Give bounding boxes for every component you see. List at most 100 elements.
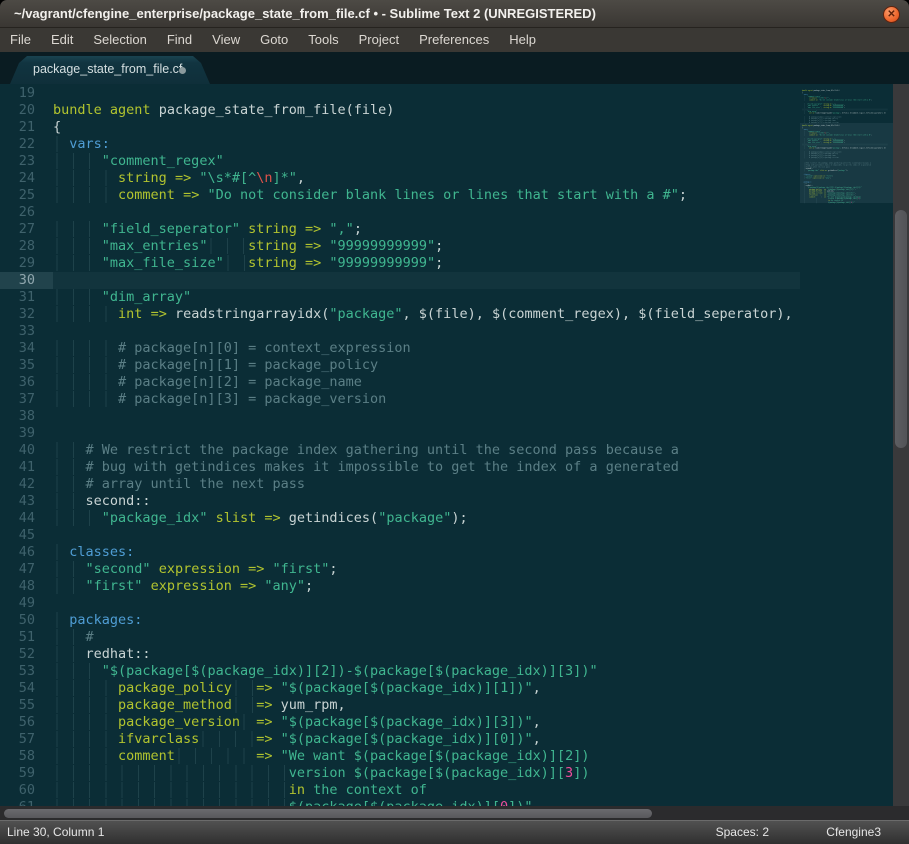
sublime-text-window: ~/vagrant/cfengine_enterprise/package_st… xyxy=(0,0,909,844)
minimap[interactable]: bundle agent package_state_from_file(fil… xyxy=(800,84,893,806)
code-line[interactable]: 46 classes: xyxy=(0,544,800,561)
line-number: 46 xyxy=(0,544,53,561)
code-line[interactable]: 30 xyxy=(0,272,800,289)
code-line[interactable]: 50 packages: xyxy=(0,612,800,629)
line-number: 27 xyxy=(0,221,53,238)
menu-item-project[interactable]: Project xyxy=(349,28,409,52)
line-number: 34 xyxy=(0,340,53,357)
code-line[interactable]: 39 xyxy=(0,425,800,442)
menu-item-tools[interactable]: Tools xyxy=(298,28,348,52)
code-line[interactable]: 42 # array until the next pass xyxy=(0,476,800,493)
modified-dot-icon xyxy=(179,67,186,74)
menu-item-goto[interactable]: Goto xyxy=(250,28,298,52)
menu-item-selection[interactable]: Selection xyxy=(83,28,156,52)
code-line[interactable]: 40 # We restrict the package index gathe… xyxy=(0,442,800,459)
close-icon: ✕ xyxy=(884,7,899,22)
code-line[interactable]: 25 comment => "Do not consider blank lin… xyxy=(0,187,800,204)
code-line[interactable]: 29 "max_file_size" string => "9999999999… xyxy=(0,255,800,272)
code-line[interactable]: 60 in the context of xyxy=(0,782,800,799)
menu-item-find[interactable]: Find xyxy=(157,28,202,52)
code-line[interactable]: 23 "comment_regex" xyxy=(0,153,800,170)
line-number: 35 xyxy=(0,357,53,374)
line-number: 52 xyxy=(0,646,53,663)
code-line[interactable]: 33 xyxy=(0,323,800,340)
code-line[interactable]: 58 comment => "We want $(package[$(packa… xyxy=(0,748,800,765)
title-bar[interactable]: ~/vagrant/cfengine_enterprise/package_st… xyxy=(0,0,909,28)
line-number: 23 xyxy=(0,153,53,170)
line-number: 31 xyxy=(0,289,53,306)
code-line[interactable]: 34 # package[n][0] = context_expression xyxy=(0,340,800,357)
code-line[interactable]: 36 # package[n][2] = package_name xyxy=(0,374,800,391)
code-line[interactable]: 54 package_policy => "$(package[$(packag… xyxy=(0,680,800,697)
line-number: 47 xyxy=(0,561,53,578)
horizontal-scrollbar[interactable] xyxy=(0,806,909,820)
line-number: 26 xyxy=(0,204,53,221)
vertical-scrollbar[interactable] xyxy=(893,84,909,806)
code-line[interactable]: int => readstringarrayidx("package", $(f… xyxy=(802,112,888,114)
code-line[interactable]: 47 "second" expression => "first"; xyxy=(0,561,800,578)
line-number: 55 xyxy=(0,697,53,714)
line-number: 44 xyxy=(0,510,53,527)
code-line[interactable]: 21{ xyxy=(0,119,800,136)
code-line[interactable]: 32 int => readstringarrayidx("package", … xyxy=(0,306,800,323)
code-line[interactable]: 44 "package_idx" slist => getindices("pa… xyxy=(0,510,800,527)
code-line[interactable]: 38 xyxy=(0,408,800,425)
code-line[interactable]: 56 package_version => "$(package[$(packa… xyxy=(0,714,800,731)
menu-item-view[interactable]: View xyxy=(202,28,250,52)
code-line[interactable]: 41 # bug with getindices makes it imposs… xyxy=(0,459,800,476)
line-number: 61 xyxy=(0,799,53,806)
line-number: 28 xyxy=(0,238,53,255)
code-line[interactable]: 51 # xyxy=(0,629,800,646)
syntax-mode[interactable]: Cfengine3 xyxy=(826,825,881,839)
line-number: 56 xyxy=(0,714,53,731)
vertical-scrollbar-thumb[interactable] xyxy=(895,210,907,448)
line-number: 39 xyxy=(0,425,53,442)
tab-label: package_state_from_file.cf xyxy=(33,62,182,76)
code-line[interactable]: 24 string => "\s*#[^\n]*", xyxy=(0,170,800,187)
editor[interactable]: 1920bundle agent package_state_from_file… xyxy=(0,84,893,806)
line-number: 32 xyxy=(0,306,53,323)
code-line[interactable]: 20bundle agent package_state_from_file(f… xyxy=(0,102,800,119)
indentation-setting[interactable]: Spaces: 2 xyxy=(716,825,769,839)
menu-item-preferences[interactable]: Preferences xyxy=(409,28,499,52)
menu-item-edit[interactable]: Edit xyxy=(41,28,83,52)
line-number: 54 xyxy=(0,680,53,697)
code-line[interactable]: 43 second:: xyxy=(0,493,800,510)
horizontal-scrollbar-thumb[interactable] xyxy=(4,809,652,818)
line-number: 19 xyxy=(0,85,53,102)
code-line[interactable]: 45 xyxy=(0,527,800,544)
line-number: 58 xyxy=(0,748,53,765)
code-area[interactable]: 1920bundle agent package_state_from_file… xyxy=(0,85,800,806)
code-line[interactable]: 55 package_method => yum_rpm, xyxy=(0,697,800,714)
line-number: 59 xyxy=(0,765,53,782)
line-number: 42 xyxy=(0,476,53,493)
line-number: 48 xyxy=(0,578,53,595)
status-bar: Line 30, Column 1 Spaces: 2 Cfengine3 xyxy=(0,820,909,844)
minimap-viewport[interactable] xyxy=(800,123,893,203)
minimap-above-viewport: bundle agent package_state_from_file(fil… xyxy=(802,88,892,123)
code-line[interactable]: 19 xyxy=(0,85,800,102)
code-line[interactable]: 59 version $(package[$(package_idx)][3]) xyxy=(0,765,800,782)
tab-package-state-from-file[interactable]: package_state_from_file.cf xyxy=(10,56,210,84)
code-line[interactable]: 31 "dim_array" xyxy=(0,289,800,306)
code-line[interactable]: 37 # package[n][3] = package_version xyxy=(0,391,800,408)
line-number: 22 xyxy=(0,136,53,153)
code-line[interactable]: 57 ifvarclass => "$(package[$(package_id… xyxy=(0,731,800,748)
code-line[interactable]: 48 "first" expression => "any"; xyxy=(0,578,800,595)
code-line[interactable]: 22 vars: xyxy=(0,136,800,153)
menu-item-help[interactable]: Help xyxy=(499,28,546,52)
code-line[interactable]: 49 xyxy=(0,595,800,612)
menu-item-file[interactable]: File xyxy=(0,28,41,52)
code-line[interactable]: 52 redhat:: xyxy=(0,646,800,663)
line-number: 45 xyxy=(0,527,53,544)
code-line[interactable]: 35 # package[n][1] = package_policy xyxy=(0,357,800,374)
code-line[interactable]: 26 xyxy=(0,204,800,221)
code-line[interactable]: 27 "field_seperator" string => ","; xyxy=(0,221,800,238)
line-number: 38 xyxy=(0,408,53,425)
line-number: 24 xyxy=(0,170,53,187)
code-line[interactable]: 53 "$(package[$(package_idx)][2])-$(pack… xyxy=(0,663,800,680)
line-number: 49 xyxy=(0,595,53,612)
code-line[interactable]: 28 "max_entries" string => "99999999999"… xyxy=(0,238,800,255)
code-line[interactable]: 61 $(package[$(package_idx)][0])" xyxy=(0,799,800,806)
close-button[interactable]: ✕ xyxy=(883,6,900,23)
